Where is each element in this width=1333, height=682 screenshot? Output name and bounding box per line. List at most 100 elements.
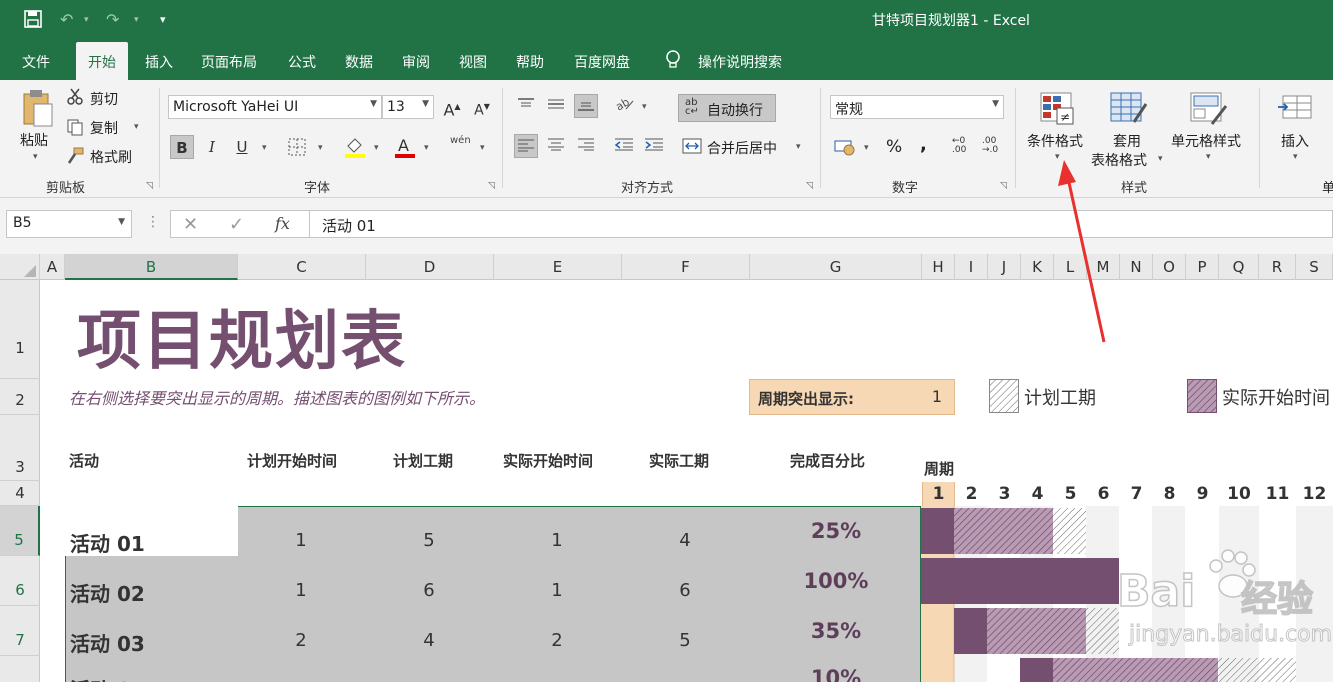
- column-header-p[interactable]: P: [1186, 254, 1219, 280]
- undo-icon[interactable]: ↶: [60, 10, 73, 29]
- column-header-g[interactable]: G: [750, 254, 922, 280]
- accounting-format-icon[interactable]: [834, 138, 856, 160]
- increase-decimal-icon[interactable]: ←0.00: [952, 137, 966, 155]
- font-color-dropdown-icon[interactable]: ▾: [424, 143, 429, 153]
- format-as-table-icon[interactable]: [1110, 92, 1148, 130]
- cut-icon[interactable]: [66, 88, 84, 110]
- plan-start-cell[interactable]: 1: [281, 580, 321, 601]
- column-header-o[interactable]: O: [1153, 254, 1186, 280]
- insert-cells-button[interactable]: 插入: [1281, 131, 1309, 151]
- row-header-7[interactable]: 7: [0, 606, 40, 656]
- tell-me-search[interactable]: 操作说明搜索: [698, 52, 782, 72]
- plan-duration-cell[interactable]: 6: [409, 580, 449, 601]
- increase-font-icon[interactable]: A▲: [440, 95, 464, 119]
- format-as-table-label-1[interactable]: 套用: [1113, 131, 1141, 151]
- column-header-e[interactable]: E: [494, 254, 622, 280]
- row-header-2[interactable]: 2: [0, 379, 40, 415]
- actual-start-cell[interactable]: 1: [537, 530, 577, 551]
- wrap-text-button[interactable]: ab c↵ 自动换行: [678, 94, 776, 122]
- tab-help[interactable]: 帮助: [516, 52, 544, 72]
- tab-view[interactable]: 视图: [459, 52, 487, 72]
- cell-styles-icon[interactable]: [1190, 92, 1228, 130]
- row-header-4[interactable]: 4: [0, 481, 40, 506]
- tab-home[interactable]: 开始: [76, 42, 128, 80]
- align-bottom-icon[interactable]: [574, 94, 598, 118]
- align-top-icon[interactable]: [514, 94, 538, 118]
- decrease-decimal-icon[interactable]: .00 →.0: [982, 137, 998, 155]
- redo-dropdown-icon[interactable]: ▾: [134, 15, 139, 25]
- name-box[interactable]: B5 ▼: [6, 210, 132, 238]
- period-highlight-value[interactable]: 1: [932, 387, 942, 406]
- percent-button[interactable]: %: [886, 137, 902, 157]
- align-right-icon[interactable]: [574, 134, 598, 158]
- cell-styles-dropdown-icon[interactable]: ▾: [1206, 152, 1211, 162]
- copy-dropdown-icon[interactable]: ▾: [134, 122, 139, 132]
- column-header-h[interactable]: H: [922, 254, 955, 280]
- column-header-k[interactable]: K: [1021, 254, 1054, 280]
- align-center-icon[interactable]: [544, 134, 568, 158]
- tab-data[interactable]: 数据: [345, 52, 373, 72]
- merge-center-button[interactable]: 合并后居中: [707, 138, 777, 158]
- insert-dropdown-icon[interactable]: ▾: [1293, 152, 1298, 162]
- activity-name[interactable]: 活动 03: [70, 628, 145, 657]
- copy-button[interactable]: 复制: [90, 118, 118, 138]
- actual-start-cell[interactable]: 2: [537, 630, 577, 651]
- tab-review[interactable]: 审阅: [402, 52, 430, 72]
- conditional-formatting-button[interactable]: 条件格式: [1027, 131, 1083, 151]
- column-header-s[interactable]: S: [1296, 254, 1333, 280]
- redo-icon[interactable]: ↷: [106, 10, 119, 29]
- column-header-b[interactable]: B: [65, 254, 238, 280]
- alignment-launcher-icon[interactable]: ◹: [806, 181, 813, 191]
- conditional-formatting-icon[interactable]: ≠: [1040, 92, 1076, 130]
- conditional-dropdown-icon[interactable]: ▾: [1055, 152, 1060, 162]
- percent-complete-cell[interactable]: 100%: [786, 569, 886, 593]
- decrease-font-icon[interactable]: A▼: [470, 95, 494, 119]
- tab-page-layout[interactable]: 页面布局: [201, 52, 257, 72]
- format-painter-icon[interactable]: [66, 147, 84, 169]
- plan-start-cell[interactable]: 1: [281, 530, 321, 551]
- cut-button[interactable]: 剪切: [90, 89, 118, 109]
- italic-button[interactable]: I: [200, 135, 224, 159]
- merge-center-icon[interactable]: [682, 138, 702, 158]
- column-header-m[interactable]: M: [1087, 254, 1120, 280]
- phonetic-icon[interactable]: wén: [450, 136, 471, 146]
- undo-dropdown-icon[interactable]: ▾: [84, 15, 89, 25]
- decrease-indent-icon[interactable]: [612, 134, 636, 158]
- plan-duration-cell[interactable]: 4: [409, 630, 449, 651]
- column-header-i[interactable]: I: [955, 254, 988, 280]
- worksheet[interactable]: 项目规划表 在右侧选择要突出显示的周期。描述图表的图例如下所示。 周期突出显示:…: [41, 280, 1333, 682]
- increase-indent-icon[interactable]: [642, 134, 666, 158]
- orientation-icon[interactable]: ab: [612, 94, 636, 118]
- fill-color-icon[interactable]: [344, 136, 366, 162]
- font-launcher-icon[interactable]: ◹: [488, 181, 495, 191]
- row-header-5[interactable]: 5: [0, 506, 40, 556]
- activity-name[interactable]: 活动 02: [70, 578, 145, 607]
- percent-complete-cell[interactable]: 10%: [786, 666, 886, 682]
- format-painter-button[interactable]: 格式刷: [90, 147, 132, 167]
- clipboard-launcher-icon[interactable]: ◹: [146, 181, 153, 191]
- comma-button[interactable]: ,: [920, 134, 927, 155]
- insert-function-icon[interactable]: fx: [275, 214, 290, 233]
- font-name-combo[interactable]: Microsoft YaHei UI ▼: [168, 95, 382, 119]
- row-header-3[interactable]: 3: [0, 415, 40, 481]
- tab-baidu-netdisk[interactable]: 百度网盘: [574, 52, 630, 72]
- fill-color-dropdown-icon[interactable]: ▾: [374, 143, 379, 153]
- column-header-n[interactable]: N: [1120, 254, 1153, 280]
- column-header-a[interactable]: A: [40, 254, 65, 280]
- actual-duration-cell[interactable]: 6: [665, 580, 705, 601]
- select-all-corner[interactable]: [0, 254, 40, 280]
- percent-complete-cell[interactable]: 25%: [786, 519, 886, 543]
- table-format-dropdown-icon[interactable]: ▾: [1158, 154, 1163, 164]
- column-header-q[interactable]: Q: [1219, 254, 1259, 280]
- merge-dropdown-icon[interactable]: ▾: [796, 142, 801, 152]
- font-size-combo[interactable]: 13 ▼: [382, 95, 434, 119]
- bold-button[interactable]: B: [170, 135, 194, 159]
- chevron-down-icon[interactable]: ▼: [118, 217, 125, 227]
- row-header-1[interactable]: 1: [0, 280, 40, 379]
- underline-button[interactable]: U: [230, 135, 254, 159]
- column-header-r[interactable]: R: [1259, 254, 1296, 280]
- column-header-l[interactable]: L: [1054, 254, 1087, 280]
- tab-insert[interactable]: 插入: [145, 52, 173, 72]
- row-header-6[interactable]: 6: [0, 556, 40, 606]
- formula-input[interactable]: 活动 01: [310, 210, 1333, 238]
